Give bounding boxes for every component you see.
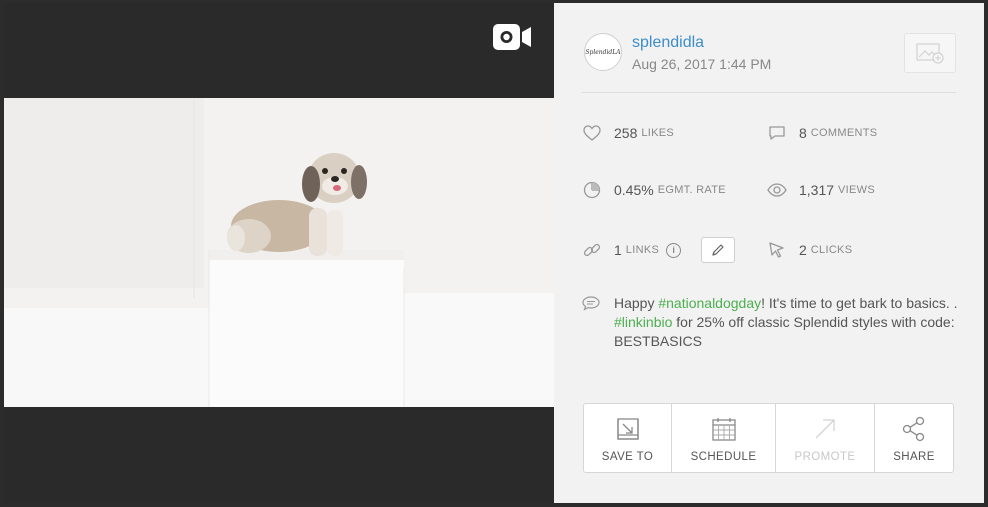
engagement-stat: 0.45% EGMT. RATE [582,179,726,201]
links-stat: 1 LINKS i [582,237,736,263]
comment-bubble-icon [767,123,787,143]
eye-icon [767,180,787,200]
post-video-thumbnail[interactable] [4,98,554,407]
heart-icon [582,123,602,143]
promote-label: PROMOTE [794,451,856,463]
post-date: Aug 26, 2017 1:44 PM [632,56,772,72]
post-header: SplendidLA splendidla Aug 26, 2017 1:44 … [582,29,956,93]
username-link[interactable]: splendidla [632,34,704,52]
avatar-logo-text: SplendidLA [585,48,621,56]
share-button[interactable]: SHARE [875,404,953,472]
image-add-icon [916,43,944,64]
caption-bubble-icon [582,294,602,351]
engagement-rate: 0.45% [614,182,654,198]
hashtag-link[interactable]: #nationaldogday [658,295,761,311]
post-caption: Happy #nationaldogday! It's time to get … [582,294,962,351]
comments-stat: 8 COMMENTS [767,122,877,144]
engagement-label: EGMT. RATE [657,184,726,196]
media-pane [4,3,554,503]
clicks-label: CLICKS [810,244,853,256]
promote-button[interactable]: PROMOTE [776,404,875,472]
caption-text: Happy #nationaldogday! It's time to get … [614,294,962,351]
link-chain-icon [582,240,602,260]
clicks-stat: 2 CLICKS [767,239,852,261]
likes-label: LIKES [641,127,675,139]
links-count: 1 [614,242,622,258]
likes-stat: 258 LIKES [582,122,674,144]
info-icon[interactable]: i [666,242,682,258]
schedule-label: SCHEDULE [690,451,757,463]
views-count: 1,317 [799,182,835,198]
caption-part: Happy [614,295,659,311]
save-to-label: SAVE TO [601,451,654,463]
schedule-button[interactable]: SCHEDULE [672,404,776,472]
save-tray-icon [614,415,642,443]
share-icon [900,415,928,443]
pencil-icon [712,244,724,256]
cursor-pointer-icon [767,240,787,260]
action-bar: SAVE TO SCHEDULE PROMOTE SHARE [583,403,954,473]
clicks-count: 2 [799,242,807,258]
add-image-button[interactable] [904,33,956,73]
post-detail-modal: SplendidLA splendidla Aug 26, 2017 1:44 … [4,3,984,503]
likes-count: 258 [614,125,638,141]
calendar-icon [710,415,738,443]
caption-part: ! It's time to get bark to basics. . [761,295,958,311]
post-info-panel: SplendidLA splendidla Aug 26, 2017 1:44 … [554,3,984,503]
video-camera-icon [493,24,531,50]
views-label: VIEWS [838,184,875,196]
save-to-button[interactable]: SAVE TO [584,404,672,472]
pie-chart-icon [582,180,602,200]
avatar[interactable]: SplendidLA [584,33,622,71]
links-label: LINKS [625,244,660,256]
comments-count: 8 [799,125,807,141]
views-stat: 1,317 VIEWS [767,179,875,201]
comments-label: COMMENTS [810,127,878,139]
hashtag-link[interactable]: #linkinbio [614,314,672,330]
arrow-up-right-icon [811,415,839,443]
edit-links-button[interactable] [701,237,736,263]
share-label: SHARE [893,451,935,463]
